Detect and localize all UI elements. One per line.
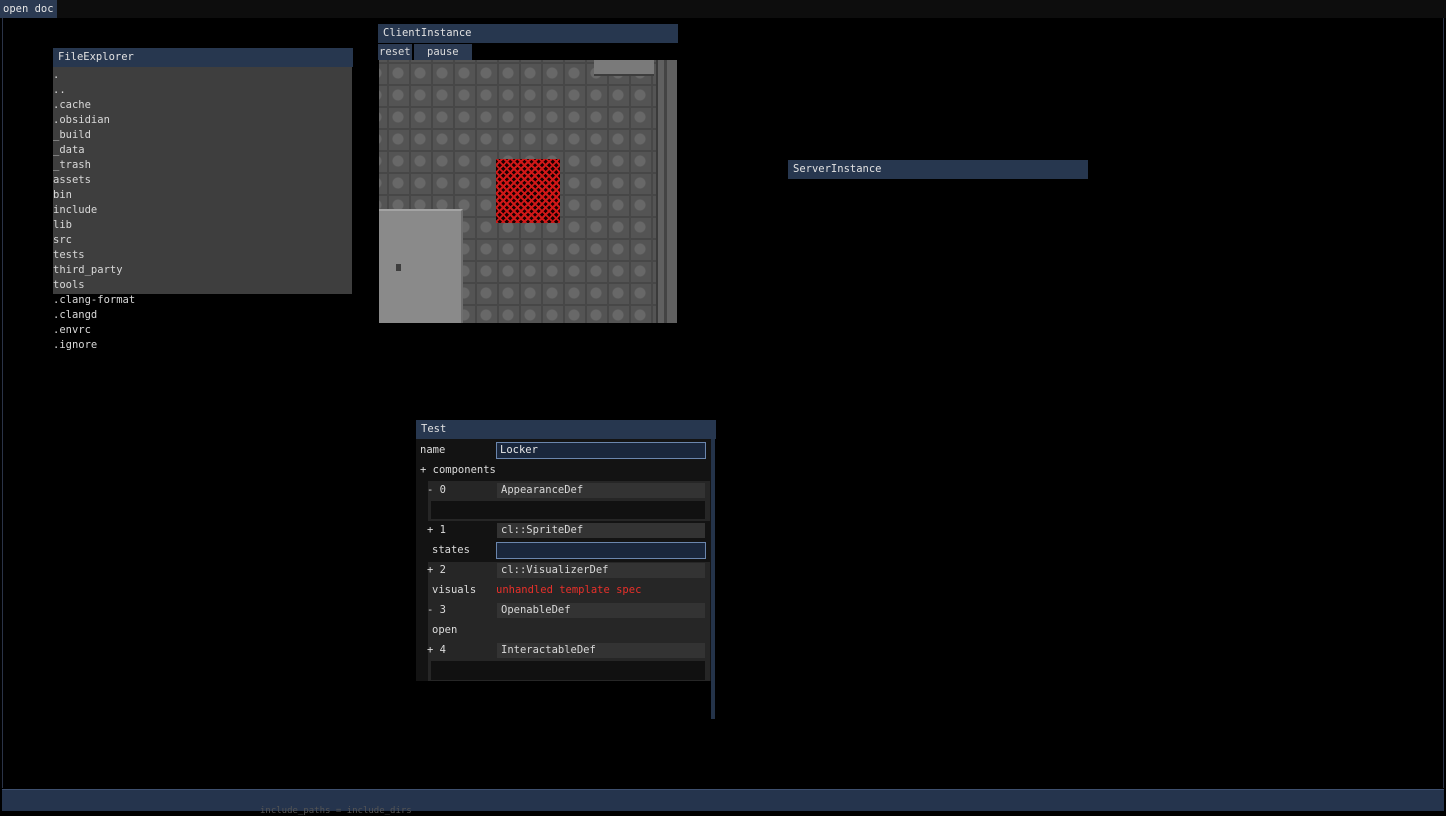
file-entry[interactable]: tests: [53, 248, 135, 263]
component-1-toggle[interactable]: + 1: [427, 523, 446, 538]
component-3-type[interactable]: OpenableDef: [497, 603, 705, 618]
component-1-type[interactable]: cl::SpriteDef: [497, 523, 705, 538]
states-label: states: [432, 544, 470, 556]
file-explorer-list: . .. .cache .obsidian _build _data _tras…: [53, 68, 135, 353]
file-entry[interactable]: .clang-format: [53, 293, 135, 308]
component-3-toggle[interactable]: - 3: [427, 603, 446, 618]
reset-button[interactable]: reset: [378, 44, 412, 60]
client-instance-title: ClientInstance: [383, 27, 472, 39]
open-doc-menu-item[interactable]: open doc: [0, 0, 57, 18]
server-instance-title: ServerInstance: [793, 163, 882, 175]
component-4-toggle[interactable]: + 4: [427, 643, 446, 658]
door-sprite: [379, 209, 463, 323]
file-explorer-title: FileExplorer: [58, 51, 134, 63]
file-entry[interactable]: _build: [53, 128, 135, 143]
file-entry[interactable]: tools: [53, 278, 135, 293]
name-label: name: [420, 444, 446, 456]
file-entry[interactable]: .clangd: [53, 308, 135, 323]
file-entry[interactable]: _data: [53, 143, 135, 158]
file-entry[interactable]: .cache: [53, 98, 135, 113]
component-2-toggle[interactable]: + 2: [427, 563, 446, 578]
name-input[interactable]: Locker: [496, 442, 706, 459]
file-entry[interactable]: include: [53, 203, 135, 218]
file-entry[interactable]: ..: [53, 83, 135, 98]
shelf-sprite: [594, 60, 654, 76]
file-explorer-titlebar[interactable]: FileExplorer: [53, 48, 353, 67]
wall-edge: [664, 60, 667, 323]
test-scrollbar[interactable]: [711, 439, 715, 719]
component-4-type[interactable]: InteractableDef: [497, 643, 705, 658]
file-entry[interactable]: .envrc: [53, 323, 135, 338]
file-entry[interactable]: .: [53, 68, 135, 83]
states-input[interactable]: [496, 542, 706, 559]
menu-bar: [0, 0, 1446, 18]
component-4-body: [431, 661, 705, 680]
pause-button[interactable]: pause: [414, 44, 472, 60]
game-viewport[interactable]: [379, 60, 677, 323]
missing-texture-sprite[interactable]: [496, 159, 560, 223]
frame-left-border: [2, 18, 3, 788]
file-entry[interactable]: _trash: [53, 158, 135, 173]
file-entry[interactable]: bin: [53, 188, 135, 203]
open-label: open: [432, 624, 458, 636]
components-toggle[interactable]: + components: [420, 463, 496, 478]
component-2-type[interactable]: cl::VisualizerDef: [497, 563, 705, 578]
file-entry[interactable]: .ignore: [53, 338, 135, 353]
file-entry[interactable]: assets: [53, 173, 135, 188]
test-title: Test: [421, 423, 447, 435]
server-instance-titlebar[interactable]: ServerInstance: [788, 160, 1088, 179]
status-bar: [2, 789, 1444, 811]
file-entry[interactable]: src: [53, 233, 135, 248]
file-entry[interactable]: lib: [53, 218, 135, 233]
component-0-toggle[interactable]: - 0: [427, 483, 446, 498]
file-entry[interactable]: .obsidian: [53, 113, 135, 128]
client-instance-titlebar[interactable]: ClientInstance: [378, 24, 678, 43]
status-ghost-text: include_paths = include_dirs: [260, 806, 412, 816]
frame-right-border: [1443, 18, 1444, 788]
component-0-type[interactable]: AppearanceDef: [497, 483, 705, 498]
door-handle: [396, 264, 401, 271]
visuals-label: visuals: [432, 584, 477, 596]
file-entry[interactable]: third_party: [53, 263, 135, 278]
test-titlebar[interactable]: Test: [416, 420, 716, 439]
component-0-body: [431, 501, 705, 519]
template-error-text: unhandled template spec: [496, 584, 642, 596]
